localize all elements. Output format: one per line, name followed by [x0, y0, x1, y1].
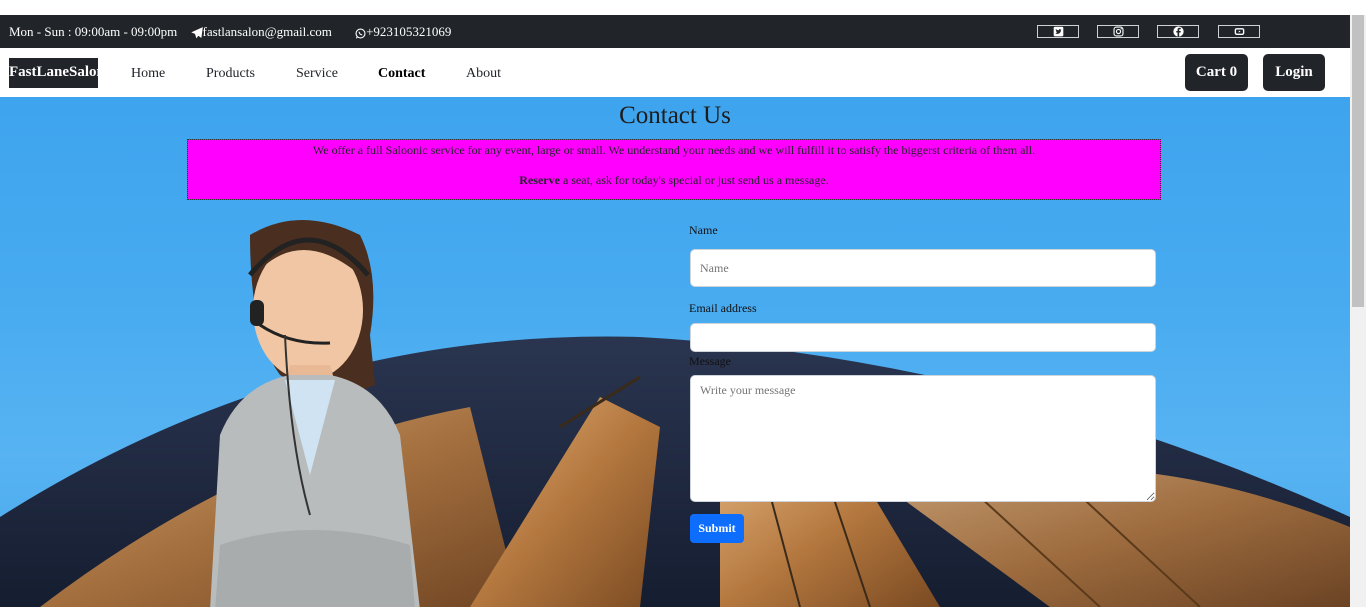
- name-input[interactable]: [690, 249, 1156, 287]
- twitter-icon[interactable]: [1037, 25, 1079, 38]
- nav-products[interactable]: Products: [206, 66, 255, 82]
- nav-service[interactable]: Service: [296, 66, 338, 82]
- scrollbar-thumb[interactable]: [1352, 15, 1364, 307]
- nav-home[interactable]: Home: [131, 66, 165, 82]
- main-navbar: FastLaneSalon Home Products Service Cont…: [0, 48, 1350, 97]
- page-scrollbar[interactable]: [1350, 15, 1366, 607]
- brand-logo[interactable]: FastLaneSalon: [9, 58, 98, 88]
- login-button[interactable]: Login: [1263, 54, 1325, 91]
- notice-line-1: We offer a full Saloonic service for any…: [312, 143, 1036, 157]
- page-title: Contact Us: [619, 102, 731, 129]
- nav-contact[interactable]: Contact: [378, 66, 425, 82]
- contact-section: Contact Us We offer a full Saloonic serv…: [0, 97, 1350, 607]
- submit-button[interactable]: Submit: [690, 514, 744, 543]
- phone-info: +923105321069: [355, 24, 461, 39]
- send-icon: [190, 27, 203, 39]
- youtube-icon[interactable]: [1218, 25, 1260, 38]
- phone-text: +923105321069: [366, 24, 452, 39]
- facebook-icon[interactable]: [1157, 25, 1199, 38]
- name-label: Name: [689, 223, 718, 237]
- instagram-icon[interactable]: [1097, 25, 1139, 38]
- cart-button[interactable]: Cart 0: [1185, 54, 1248, 91]
- opening-hours: Mon - Sun : 09:00am - 09:00pm: [9, 24, 178, 39]
- notice-reserve: Reserve: [519, 173, 560, 187]
- email-input[interactable]: [690, 323, 1156, 352]
- whatsapp-icon: [355, 27, 366, 39]
- email-label: Email address: [689, 301, 757, 315]
- support-agent-image: [210, 220, 420, 607]
- email-text: fastlansalon@gmail.com: [202, 24, 332, 39]
- info-notice: We offer a full Saloonic service for any…: [187, 139, 1161, 200]
- contact-info: Mon - Sun : 09:00am - 09:00pm fastlansal…: [9, 24, 471, 40]
- top-info-bar: Mon - Sun : 09:00am - 09:00pm fastlansal…: [0, 15, 1350, 48]
- email-info: fastlansalon@gmail.com: [190, 24, 346, 39]
- message-textarea[interactable]: [690, 375, 1156, 502]
- nav-about[interactable]: About: [466, 66, 501, 82]
- message-label: Message: [689, 354, 731, 368]
- notice-line-2: Reserve a seat, ask for today's special …: [188, 173, 1160, 188]
- notice-line-2-text: a seat, ask for today's special or just …: [559, 173, 829, 187]
